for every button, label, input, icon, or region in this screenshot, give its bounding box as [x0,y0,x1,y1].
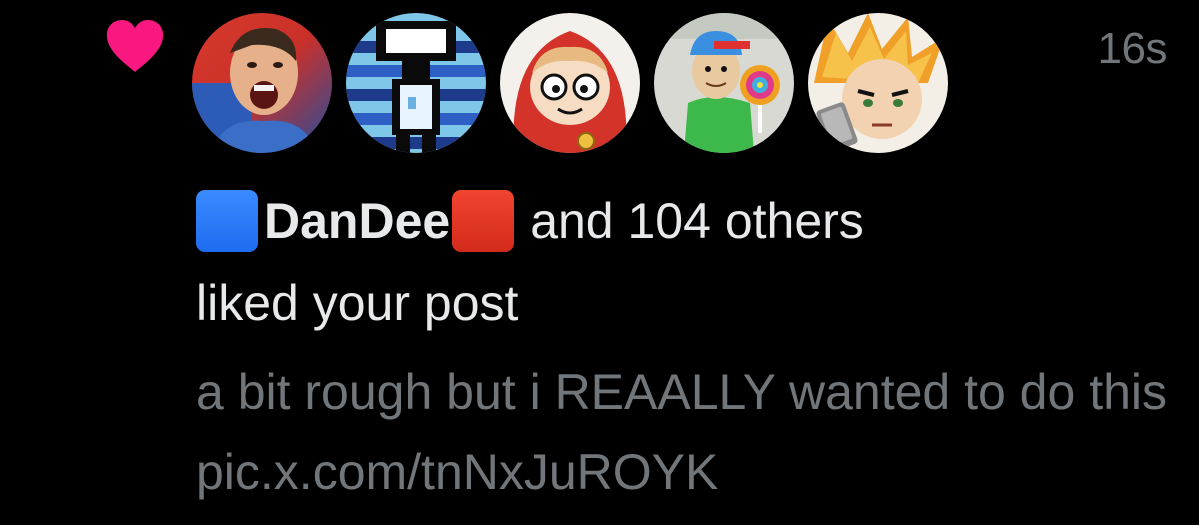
post-preview-text[interactable]: a bit rough but i REAALLY wanted to do t… [196,352,1176,512]
timestamp: 16s [1097,24,1168,73]
blue-square-emoji [196,190,258,252]
action-text: liked your post [196,275,519,331]
avatar-screaming-man[interactable] [192,13,332,153]
red-square-emoji [452,190,515,252]
avatar-anime-character[interactable] [808,13,948,153]
avatar-baldi-lollipop[interactable] [654,13,794,153]
likers-summary: DanDee and 104 others [196,186,864,256]
avatar-cartoon-girl[interactable] [500,13,640,153]
others-count-text[interactable]: and 104 others [530,186,864,256]
like-notification[interactable]: 16s DanDee and 104 others liked your pos… [0,0,1199,525]
avatar-pixel-character[interactable] [346,13,486,153]
heart-icon [106,20,164,72]
liker-name[interactable]: DanDee [264,186,450,256]
